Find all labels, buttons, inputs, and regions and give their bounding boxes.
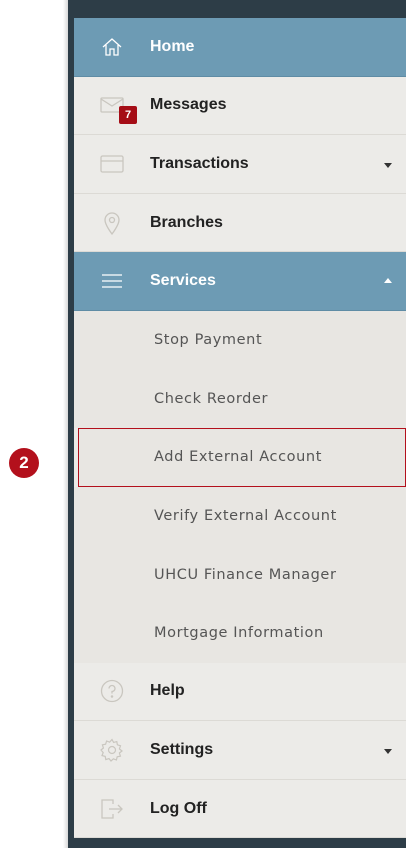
log-off-icon (74, 798, 150, 820)
submenu-item-uhcu-finance-manager[interactable]: UHCU Finance Manager (74, 545, 406, 604)
help-icon (74, 679, 150, 703)
nav-item-label: Services (150, 272, 216, 290)
submenu-item-stop-payment[interactable]: Stop Payment (74, 310, 406, 370)
submenu-item-check-reorder[interactable]: Check Reorder (74, 369, 406, 429)
nav-item-label: Help (150, 682, 185, 700)
gear-icon (74, 738, 150, 762)
unread-count-badge: 7 (119, 106, 137, 125)
envelope-icon: 7 (74, 96, 150, 125)
nav-item-transactions[interactable]: Transactions (74, 135, 406, 194)
nav-item-home[interactable]: Home (74, 18, 406, 77)
nav-item-label: Branches (150, 213, 223, 231)
step-marker: 2 (9, 448, 39, 478)
home-icon (74, 36, 150, 58)
screenshot-frame: 2 Home 7 Messages Transactions Branches … (0, 0, 406, 848)
nav-menu: Home 7 Messages Transactions Branches Se… (74, 18, 406, 839)
nav-item-label: Home (150, 37, 195, 55)
chevron-up-icon (384, 278, 392, 284)
nav-item-label: Log Off (150, 799, 207, 817)
chevron-down-icon (384, 748, 392, 754)
nav-item-services[interactable]: Services (74, 252, 406, 311)
menu-icon (74, 273, 150, 289)
nav-item-log-off[interactable]: Log Off (74, 779, 406, 839)
submenu-item-add-external-account[interactable]: Add External Account (78, 428, 406, 487)
submenu-item-mortgage-information[interactable]: Mortgage Information (74, 603, 406, 663)
nav-item-messages[interactable]: 7 Messages (74, 76, 406, 136)
submenu-item-verify-external-account[interactable]: Verify External Account (74, 486, 406, 546)
nav-item-branches[interactable]: Branches (74, 193, 406, 253)
nav-item-label: Messages (150, 96, 227, 114)
chevron-down-icon (384, 162, 392, 168)
nav-item-settings[interactable]: Settings (74, 721, 406, 780)
credit-card-icon (74, 155, 150, 173)
nav-item-help[interactable]: Help (74, 662, 406, 722)
nav-item-label: Transactions (150, 154, 249, 172)
map-pin-icon (74, 211, 150, 235)
side-navigation: Home 7 Messages Transactions Branches Se… (68, 0, 406, 848)
nav-item-label: Settings (150, 740, 214, 758)
